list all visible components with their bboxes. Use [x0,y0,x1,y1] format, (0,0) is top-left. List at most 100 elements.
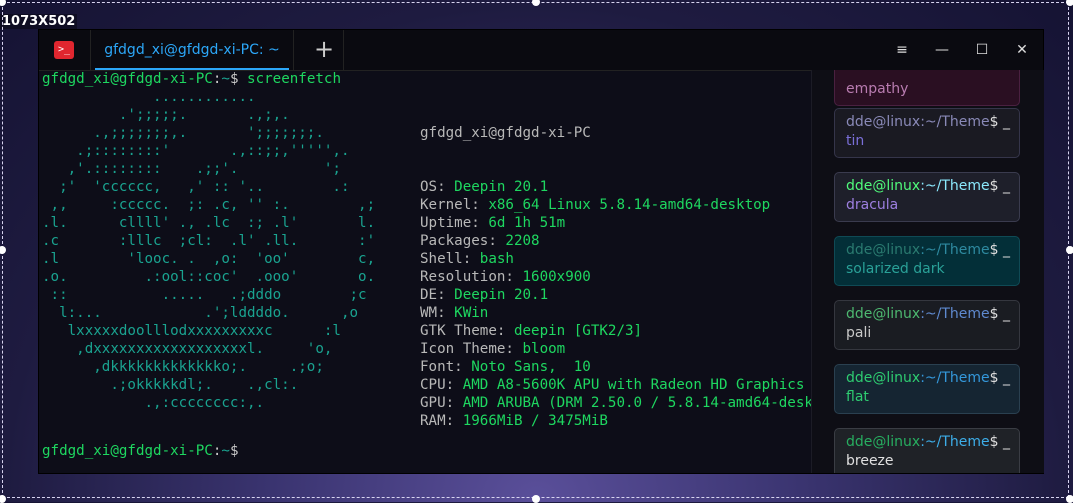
tab-active[interactable]: gfdgd_xi@gfdgd-xi-PC: ~ [90,30,294,70]
info-key: Icon Theme: [420,341,514,357]
info-row: GTK Theme: deepin [GTK2/3] [420,322,811,340]
info-key: Resolution: [420,269,514,285]
resize-handle-right[interactable] [1066,246,1073,254]
preview-user: dde@linux [846,370,921,386]
info-value: KWin [454,305,489,321]
new-tab-button[interactable]: + [305,30,344,70]
tab-title: gfdgd_xi@gfdgd-xi-PC: ~ [104,42,280,58]
info-row: Kernel: x86_64 Linux 5.8.14-amd64-deskto… [420,196,811,214]
preview-path: :~/Theme [920,178,990,194]
theme-preview: dde@linux:~/Theme$ _ [846,113,1011,132]
info-key: OS: [420,179,446,195]
logo-line: ,'.:::::::: .;;'. '; [42,161,341,177]
logo-line: .l 'looc. . ,o: 'oo' c, [42,251,376,267]
theme-name: dracula [846,197,899,213]
theme-name: empathy [846,81,909,97]
info-key: CPU: [420,377,455,393]
theme-name: tin [846,133,865,149]
info-key: RAM: [420,413,455,429]
minimize-button[interactable]: — [924,30,960,70]
info-row: GPU: AMD ARUBA (DRM 2.50.0 / 5.8.14-amd6… [420,394,811,412]
info-value: Deepin 20.1 [454,179,549,195]
terminal-window: >_ gfdgd_xi@gfdgd-xi-PC: ~ + ≡ — ☐ ✕ gfd… [39,30,1044,473]
info-key: Kernel: [420,197,480,213]
preview-path: :~/Theme [920,306,990,322]
info-value: AMD A8-5600K APU with Radeon HD Graphics… [462,377,805,393]
menu-icon[interactable]: ≡ [884,30,920,70]
maximize-button[interactable]: ☐ [964,30,1000,70]
theme-name: solarized dark [846,261,945,277]
theme-name: pali [846,325,872,341]
close-button[interactable]: ✕ [1004,30,1040,70]
preview-symbol: $ _ [989,178,1011,194]
preview-symbol: $ _ [989,306,1011,322]
info-row: RAM: 1966MiB / 3475MiB [420,412,811,430]
info-key: Shell: [420,251,472,267]
prompt-symbol: $ [229,71,239,87]
logo-line: .o. .:ool::coc' .ooo' o. [42,269,376,285]
terminal-output[interactable]: gfdgd_xi@gfdgd-xi-PC:~$ screenfetch ....… [39,70,811,473]
info-value: bloom [522,341,566,357]
theme-card-pali[interactable]: dde@linux:~/Theme$ _ pali [834,300,1020,350]
info-key: DE: [420,287,446,303]
preview-symbol: $ _ [989,114,1011,130]
preview-path: :~/Theme [920,242,990,258]
theme-card-solarized-dark[interactable]: dde@linux:~/Theme$ _ solarized dark [834,236,1020,286]
preview-user: dde@linux [846,306,921,322]
logo-line: ............ [42,89,256,105]
theme-card-flat[interactable]: dde@linux:~/Theme$ _ flat [834,364,1020,414]
info-value: 6d 1h 51m [488,215,566,231]
info-key: GTK Theme: [420,323,506,339]
resize-handle-top-right[interactable] [1066,0,1073,6]
preview-symbol: $ _ [989,242,1011,258]
logo-line: .c :lllc ;cl: .l' .ll. :' [42,233,376,249]
preview-user: dde@linux [846,178,921,194]
info-value: Noto Sans, 10 [471,359,591,375]
info-row: Icon Theme: bloom [420,340,811,358]
info-value: 1600x900 [522,269,591,285]
theme-preview: dde@linux:~/Theme$ _ [846,305,1011,324]
info-value: x86_64 Linux 5.8.14-amd64-desktop [488,197,771,213]
terminal-app-icon: >_ [54,41,74,59]
info-key: WM: [420,305,446,321]
info-value: AMD ARUBA (DRM 2.50.0 / 5.8.14-amd64-des… [462,395,811,411]
theme-card-empathy[interactable]: dde@linux:~/Theme$ _empathy [834,70,1020,106]
theme-name: flat [846,389,869,405]
preview-user: dde@linux [846,434,921,450]
info-row: Packages: 2208 [420,232,811,250]
theme-card-dracula[interactable]: dde@linux:~/Theme$ _dracula [834,172,1020,222]
deepin-ascii-logo: ............ .';;;;;. .,;,. .,;;;;;;;,. … [42,88,375,412]
prompt-user: gfdgd_xi@gfdgd-xi-PC [42,443,213,459]
theme-card-breeze[interactable]: dde@linux:~/Theme$ _ breeze [834,428,1020,473]
logo-line: ;' 'cccccc, ,' :: '.. .: [42,179,350,195]
logo-line: .,:cccccccc:,. [42,395,265,411]
resize-handle-left[interactable] [0,246,6,254]
logo-line: ,dxxxxxxxxxxxxxxxxxxl. 'o, [42,341,333,357]
preview-path: :~/Theme [920,434,990,450]
prompt-path: ~ [221,443,230,459]
theme-panel: dde@linux:~/Theme$ _empathydde@linux:~/T… [811,70,1044,473]
info-value: deepin [GTK2/3] [513,323,643,339]
titlebar: >_ gfdgd_xi@gfdgd-xi-PC: ~ + ≡ — ☐ ✕ [39,30,1043,71]
logo-line: ,, :ccccc. ;: .c, '' :. ,; [42,197,376,213]
info-key: Font: [420,359,463,375]
info-key: Uptime: [420,215,480,231]
preview-user: dde@linux [846,242,921,258]
resize-handle-top[interactable] [532,0,540,6]
info-row: Resolution: 1600x900 [420,268,811,286]
system-info: gfdgd_xi@gfdgd-xi-PC OS: Deepin 20.1 Kern… [420,88,811,466]
logo-line: :: ..... .;dddo ;c [42,287,367,303]
command-line: gfdgd_xi@gfdgd-xi-PC:~$ screenfetch [42,71,341,87]
resize-handle-top-left[interactable] [0,0,6,6]
info-row: DE: Deepin 20.1 [420,286,811,304]
theme-card-tin[interactable]: dde@linux:~/Theme$ _ tin [834,108,1020,158]
theme-preview: dde@linux:~/Theme$ _ [846,433,1010,452]
info-row: Shell: bash [420,250,811,268]
info-header: gfdgd_xi@gfdgd-xi-PC [420,125,591,141]
info-value: 1966MiB / 3475MiB [462,413,608,429]
logo-line: .,;;;;;;;,. ';;;;;;;. [42,125,324,141]
prompt-user: gfdgd_xi@gfdgd-xi-PC [42,71,213,87]
info-row: Uptime: 6d 1h 51m [420,214,811,232]
logo-line: ,dkkkkkkkkkkkkko;. .;o; [42,359,324,375]
prompt-path: ~ [221,71,230,87]
